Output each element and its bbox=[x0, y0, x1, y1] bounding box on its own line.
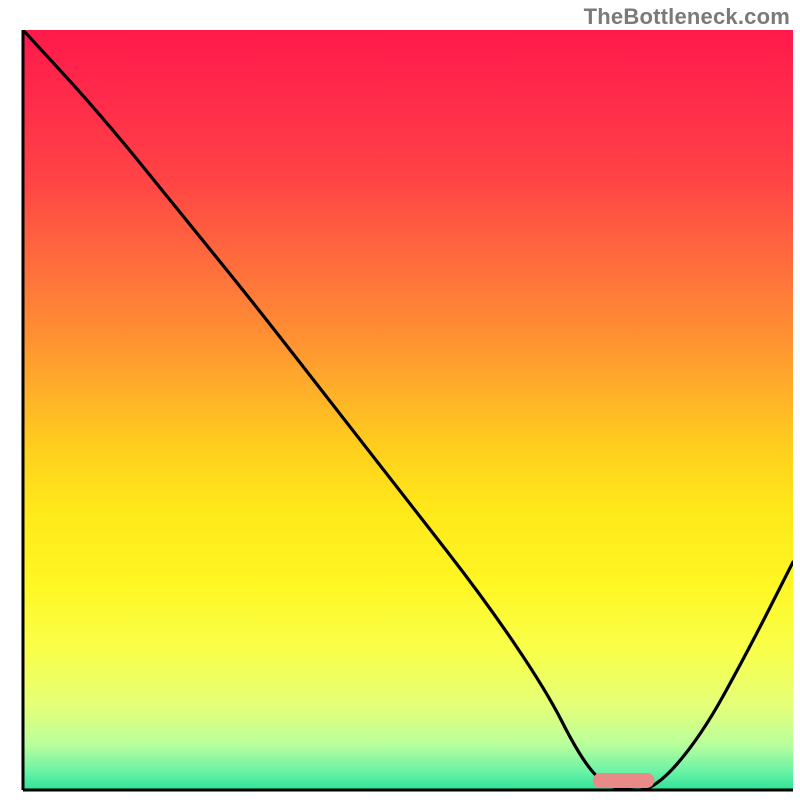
plot-area bbox=[23, 30, 793, 790]
gradient-background bbox=[23, 30, 793, 790]
optimum-marker-layer bbox=[593, 773, 655, 788]
watermark-text: TheBottleneck.com bbox=[584, 4, 790, 30]
chart-svg bbox=[0, 0, 800, 800]
optimum-marker bbox=[593, 773, 655, 788]
chart-stage: TheBottleneck.com bbox=[0, 0, 800, 800]
